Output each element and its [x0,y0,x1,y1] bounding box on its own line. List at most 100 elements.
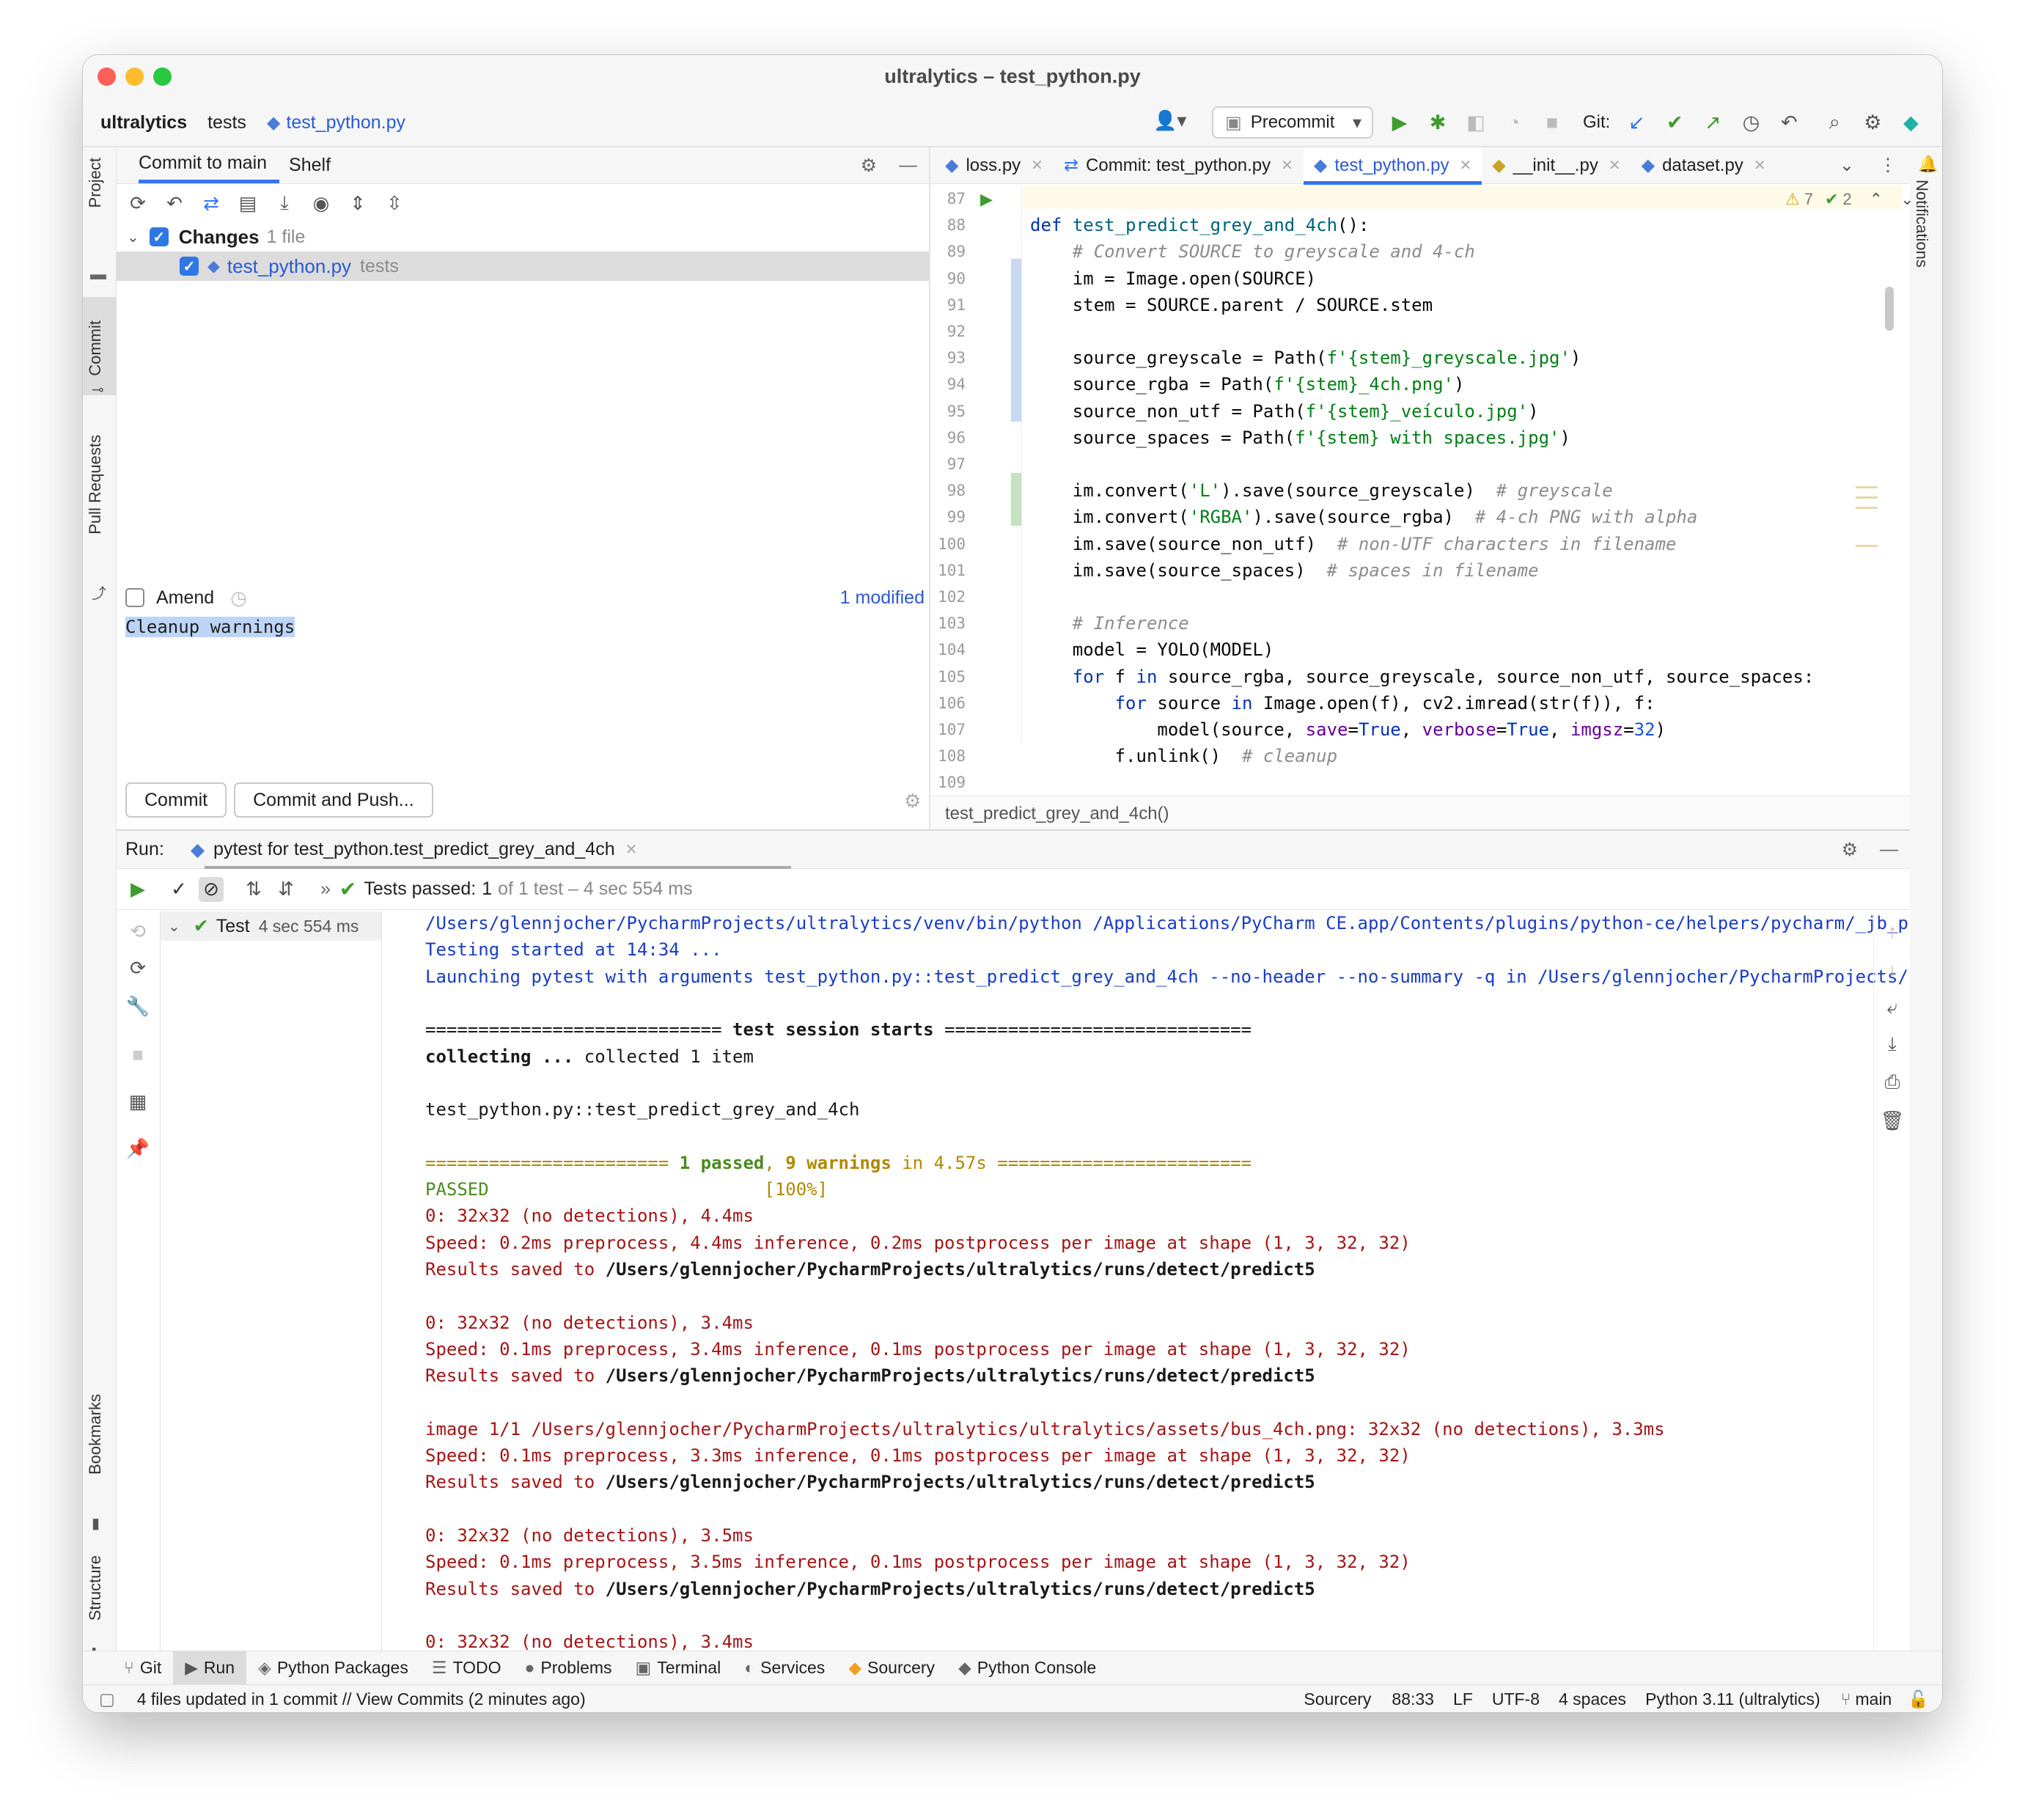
close-icon[interactable]: ✕ [1754,156,1766,175]
tab-git[interactable]: ⑂ Git [112,1651,173,1685]
rerun-icon[interactable]: ▶ [125,877,150,902]
layout-icon[interactable]: ▦ [125,1089,150,1114]
lock-icon[interactable]: 🔓 [1908,1689,1929,1709]
gear-icon[interactable]: ⚙ [904,790,921,812]
tab-sourcery[interactable]: ◆ Sourcery [837,1651,947,1685]
commit-button[interactable]: Commit [125,782,227,818]
run-config-select[interactable]: ▣ Precommit ▾ [1212,106,1373,139]
collapse-all-icon[interactable]: ⇳ [382,191,407,216]
more-icon[interactable]: » [320,878,331,900]
tab-services[interactable]: ◐ Services [732,1651,837,1685]
git-push-icon[interactable]: ↗ [1701,111,1724,134]
chevron-down-icon[interactable]: ⌄ [127,228,139,246]
modified-link[interactable]: 1 modified [840,587,925,609]
arrow-up-icon[interactable]: ↑ [1880,919,1905,944]
history-icon[interactable]: ◷ [1739,111,1763,134]
show-ignored-icon[interactable]: ⊘ [199,876,224,902]
eye-icon[interactable]: ◉ [309,191,334,216]
project-tool-tab[interactable]: Project [86,158,105,208]
arrow-down-icon[interactable]: ↓ [1880,957,1905,982]
run-icon[interactable]: ▶ [1388,111,1411,134]
notifications-tool-tab[interactable]: Notifications [1912,180,1931,268]
chevron-down-icon[interactable]: ⌄ [1900,190,1914,209]
breadcrumb-project[interactable]: ultralytics [100,112,187,133]
changed-file-row[interactable]: ✓ ◆ test_python.py tests [117,252,929,281]
print-icon[interactable]: ⎙ [1880,1070,1905,1095]
tab-shelf[interactable]: Shelf [289,155,331,176]
changes-checkbox[interactable]: ✓ [149,227,169,246]
run-tab[interactable]: pytest for test_python.test_predict_grey… [213,839,615,860]
status-message[interactable]: 4 files updated in 1 commit // View Comm… [137,1689,586,1709]
refresh-icon[interactable]: ⟳ [125,191,150,216]
expand-all-icon[interactable]: ⇕ [345,191,370,216]
gear-icon[interactable]: ⚙ [1842,839,1858,861]
toggle-auto-test-icon[interactable]: ⟳ [125,955,150,980]
close-icon[interactable]: ✕ [1031,156,1043,175]
clock-icon[interactable]: ◷ [230,587,247,609]
amend-checkbox[interactable] [125,588,144,607]
gear-icon[interactable]: ⚙ [861,155,877,177]
profile-icon[interactable]: ◔ [1502,111,1526,134]
tab-init-py[interactable]: ◆ __init__.py ✕ [1482,147,1631,184]
tab-run[interactable]: ▶ Run [173,1651,247,1685]
user-icon[interactable]: 👤▾ [1153,109,1186,132]
commit-tool-tab[interactable]: Commit [86,320,105,376]
stop-icon[interactable]: ■ [125,1042,150,1067]
stop-icon[interactable]: ■ [1540,111,1564,134]
rollback-icon[interactable]: ↶ [162,191,187,216]
breadcrumb-folder[interactable]: tests [207,112,246,133]
tab-dataset-py[interactable]: ◆ dataset.py ✕ [1631,147,1776,184]
tab-problems[interactable]: ● Problems [512,1651,623,1685]
close-icon[interactable]: ✕ [1281,156,1293,175]
status-interpreter[interactable]: Python 3.11 (ultralytics) [1645,1689,1820,1709]
tab-commit-to-main[interactable]: Commit to main [139,153,267,178]
tab-python-packages[interactable]: ◈ Python Packages [246,1651,420,1685]
status-line-separator[interactable]: LF [1453,1689,1473,1709]
structure-tool-tab[interactable]: Structure [86,1555,105,1621]
gear-icon[interactable]: ⚙ [1861,111,1884,134]
debug-icon[interactable]: ✱ [1426,111,1449,134]
changelist-icon[interactable]: ▤ [235,191,260,216]
minimize-icon[interactable]: — [899,155,917,176]
search-icon[interactable]: ⌕ [1823,111,1846,134]
trash-icon[interactable]: 🗑 [1880,1108,1905,1133]
show-passed-icon[interactable]: ✓ [166,877,191,902]
commit-and-push-button[interactable]: Commit and Push... [234,782,433,818]
coverage-icon[interactable]: ◧ [1464,111,1488,134]
more-icon[interactable]: ⋮ [1879,155,1897,176]
changes-group[interactable]: ⌄ ✓ Changes 1 file [117,222,929,252]
chevron-down-icon[interactable]: ⌄ [168,917,180,936]
pin-icon[interactable]: 📌 [125,1136,150,1161]
tab-terminal[interactable]: ▣ Terminal [624,1651,733,1685]
inspection-widget[interactable]: ⚠ 7 ✔ 2 ⌃ ⌄ [1785,190,1914,209]
wrench-icon[interactable]: 🔧 [125,994,150,1019]
run-gutter-icon[interactable]: ▶ [980,190,993,209]
sort-alpha-icon[interactable]: ⇅ [241,877,266,902]
tab-todo[interactable]: ☰ TODO [420,1651,513,1685]
layout-icon[interactable]: ▢ [99,1689,115,1709]
bookmarks-tool-tab[interactable]: Bookmarks [86,1394,105,1475]
minimize-icon[interactable]: — [1880,839,1898,860]
chevron-up-icon[interactable]: ⌃ [1870,190,1883,209]
commit-message-input[interactable]: Cleanup warnings [125,617,295,637]
status-encoding[interactable]: UTF-8 [1492,1689,1540,1709]
tab-python-console[interactable]: ◆ Python Console [947,1651,1108,1685]
status-branch[interactable]: main [1856,1689,1892,1709]
shelve-icon[interactable]: ⤓ [272,191,297,216]
editor-scrollbar[interactable] [1885,287,1894,331]
editor-breadcrumb[interactable]: test_predict_grey_and_4ch() [930,796,1910,829]
rollback-icon[interactable]: ↶ [1777,111,1801,134]
rerun-failed-icon[interactable]: ⟲ [125,919,150,944]
status-sourcery[interactable]: Sourcery [1304,1689,1371,1709]
scroll-to-end-icon[interactable]: ⤓ [1880,1032,1905,1057]
close-icon[interactable]: ✕ [1460,156,1472,175]
amend-label[interactable]: Amend [156,587,214,609]
soft-wrap-icon[interactable]: ⤶ [1880,995,1905,1020]
sort-duration-icon[interactable]: ⇵ [273,877,298,902]
diff-icon[interactable]: ⇄ [199,191,224,216]
chevron-down-icon[interactable]: ⌄ [1840,155,1854,176]
tab-test-python-py[interactable]: ◆ test_python.py ✕ [1303,147,1482,185]
status-caret-position[interactable]: 88:33 [1392,1689,1434,1709]
git-commit-icon[interactable]: ✔ [1663,111,1686,134]
test-tree-item[interactable]: ⌄ ✔ Test 4 sec 554 ms [161,911,381,941]
